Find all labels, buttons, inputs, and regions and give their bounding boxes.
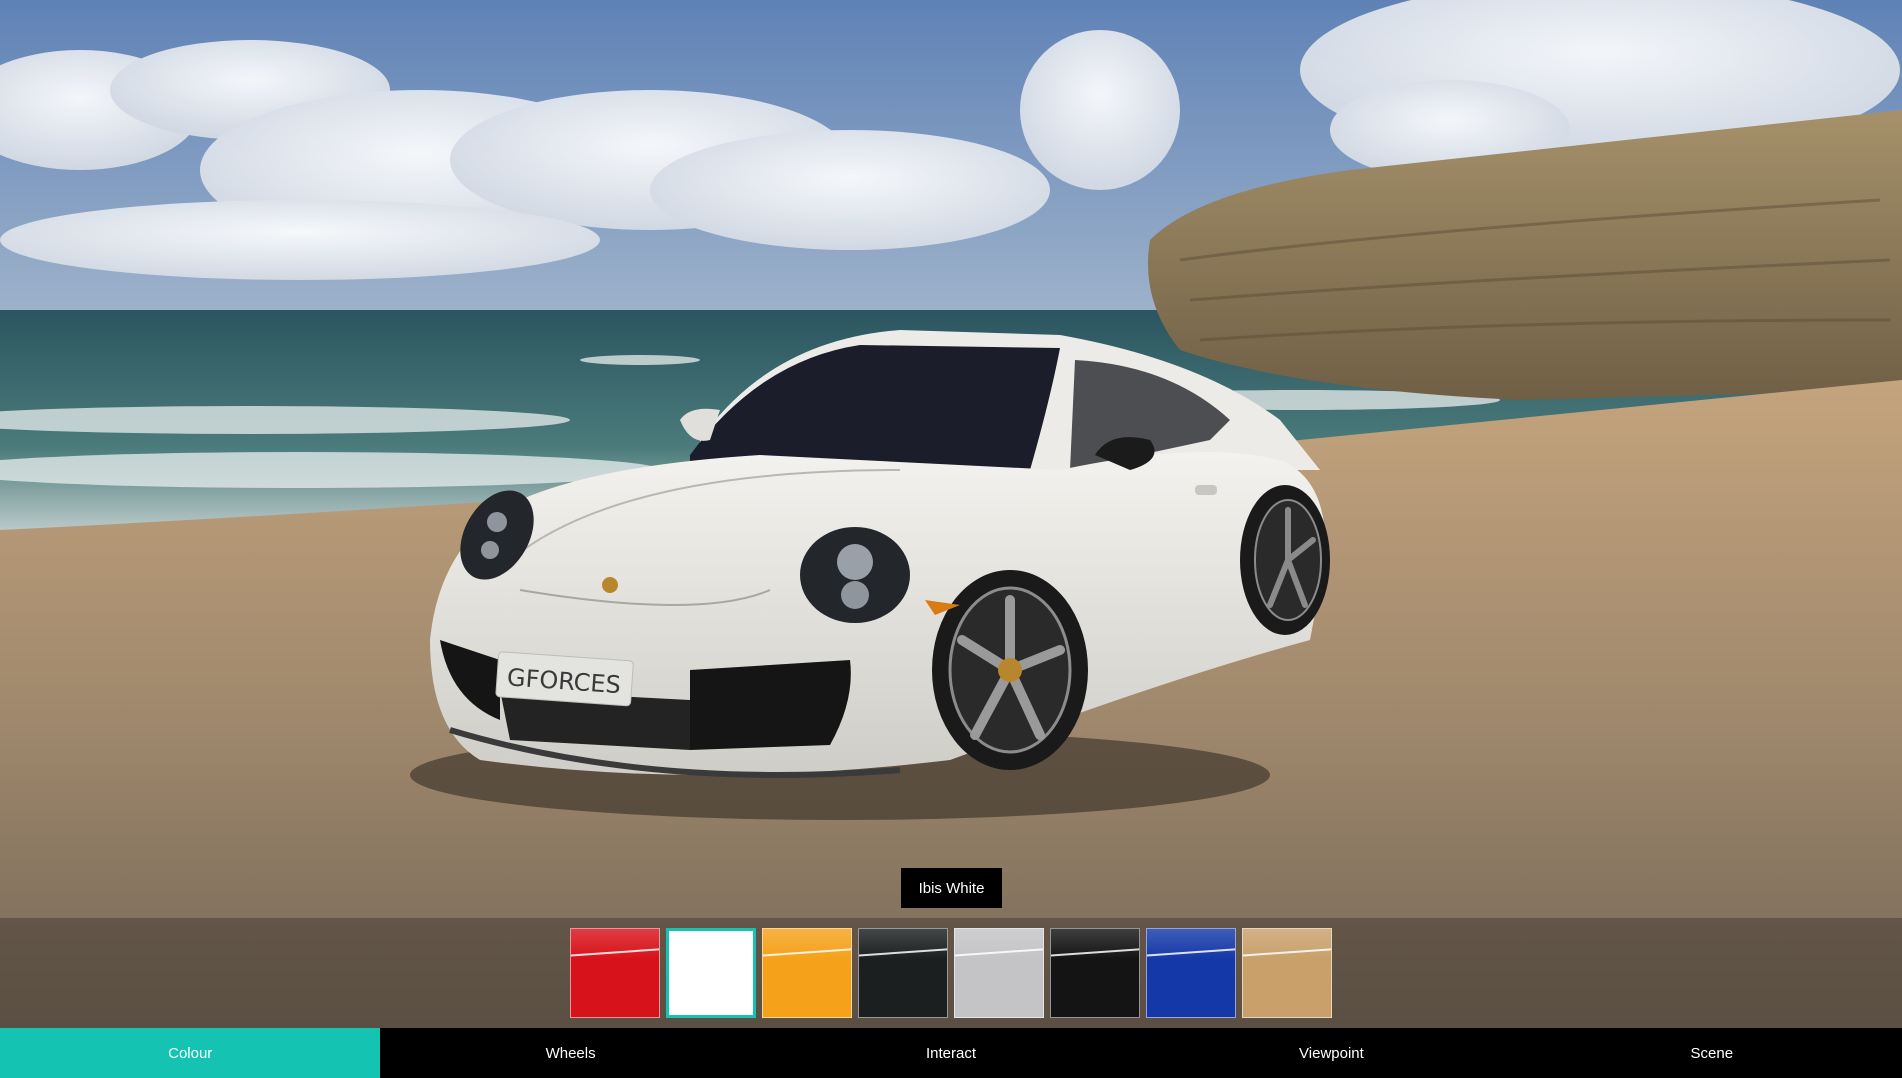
tab-scene[interactable]: Scene <box>1522 1028 1902 1078</box>
bottom-tab-bar: Colour Wheels Interact Viewpoint Scene <box>0 1028 1902 1078</box>
scene-illustration: GFORCES <box>0 0 1902 1078</box>
colour-swatch-dark-grey[interactable] <box>858 928 948 1018</box>
colour-swatch-red[interactable] <box>570 928 660 1018</box>
colour-swatch-white[interactable] <box>666 928 756 1018</box>
tab-colour[interactable]: Colour <box>0 1028 381 1078</box>
colour-swatch-black[interactable] <box>1050 928 1140 1018</box>
colour-swatch-gold[interactable] <box>1242 928 1332 1018</box>
tab-label: Viewpoint <box>1299 1044 1364 1062</box>
colour-name-tooltip: Ibis White <box>901 868 1002 908</box>
colour-swatch-blue[interactable] <box>1146 928 1236 1018</box>
colour-swatch-orange[interactable] <box>762 928 852 1018</box>
tab-wheels[interactable]: Wheels <box>380 1028 760 1078</box>
car-viewer-scene[interactable]: GFORCES <box>0 0 1902 1078</box>
tab-label: Scene <box>1690 1044 1734 1062</box>
tab-viewpoint[interactable]: Viewpoint <box>1141 1028 1521 1078</box>
tab-label: Wheels <box>545 1044 596 1062</box>
tab-label: Interact <box>926 1044 977 1062</box>
colour-swatch-list <box>570 928 1332 1020</box>
colour-swatch-silver[interactable] <box>954 928 1044 1018</box>
colour-name-label: Ibis White <box>918 879 985 897</box>
tab-label: Colour <box>168 1044 213 1062</box>
tab-interact[interactable]: Interact <box>761 1028 1141 1078</box>
